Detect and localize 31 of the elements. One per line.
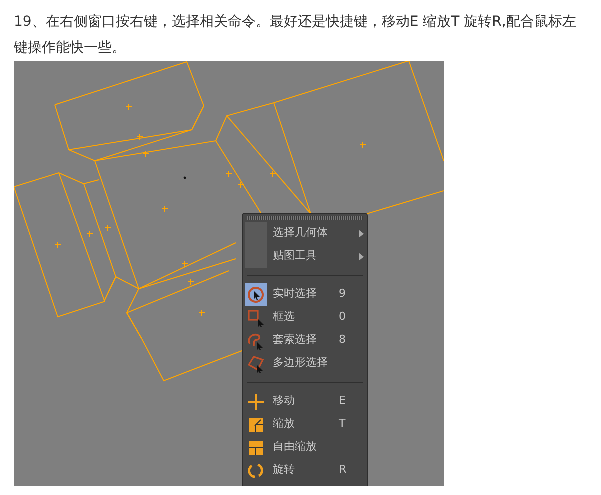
- move-icon: [247, 392, 265, 410]
- menu-item[interactable]: 框选: [273, 309, 339, 326]
- menu-item[interactable]: 缩放: [273, 416, 339, 433]
- lasso-select-icon: [247, 332, 265, 350]
- menu-item[interactable]: 自由缩放: [273, 439, 339, 456]
- 3d-viewport[interactable]: 选择几何体 贴图工具 实时选择 9 框选 0 套索选择 8 多边形选择 移动 E 缩放 T 自由缩放 旋转 R: [14, 61, 444, 486]
- shortcut-key: E: [339, 393, 359, 410]
- axis-dot: [184, 176, 186, 180]
- menu-item[interactable]: 旋转: [273, 462, 339, 479]
- live-select-icon: [247, 286, 265, 304]
- shortcut-key: 0: [339, 309, 359, 326]
- shortcut-key: 8: [339, 332, 359, 349]
- scale-icon: [247, 416, 265, 434]
- shortcut-key: 9: [339, 286, 359, 303]
- menu-grip[interactable]: [247, 216, 363, 220]
- rectangle-select-icon: [247, 308, 265, 326]
- menu-item[interactable]: 选择几何体: [273, 225, 339, 242]
- menu-item-icon-tile[interactable]: [245, 283, 267, 306]
- menu-item[interactable]: 实时选择: [273, 286, 339, 303]
- menu-item[interactable]: 移动: [273, 393, 339, 410]
- submenu-arrow-icon: [359, 230, 364, 238]
- rotate-icon: [247, 462, 265, 480]
- shortcut-key: T: [339, 416, 359, 433]
- menu-item[interactable]: 贴图工具: [273, 248, 339, 265]
- submenu-arrow-icon: [359, 252, 364, 260]
- shortcut-key: R: [339, 462, 359, 479]
- menu-item[interactable]: 套索选择: [273, 332, 339, 349]
- instruction-text: 19、在右侧窗口按右键，选择相关命令。最好还是快捷键，移动E 缩放T 旋转R,配合鼠标左键操作能快一些。: [13, 13, 578, 58]
- menu-item[interactable]: 多边形选择: [273, 355, 339, 372]
- free-scale-icon: [247, 438, 265, 456]
- polygon-select-icon: [247, 354, 265, 372]
